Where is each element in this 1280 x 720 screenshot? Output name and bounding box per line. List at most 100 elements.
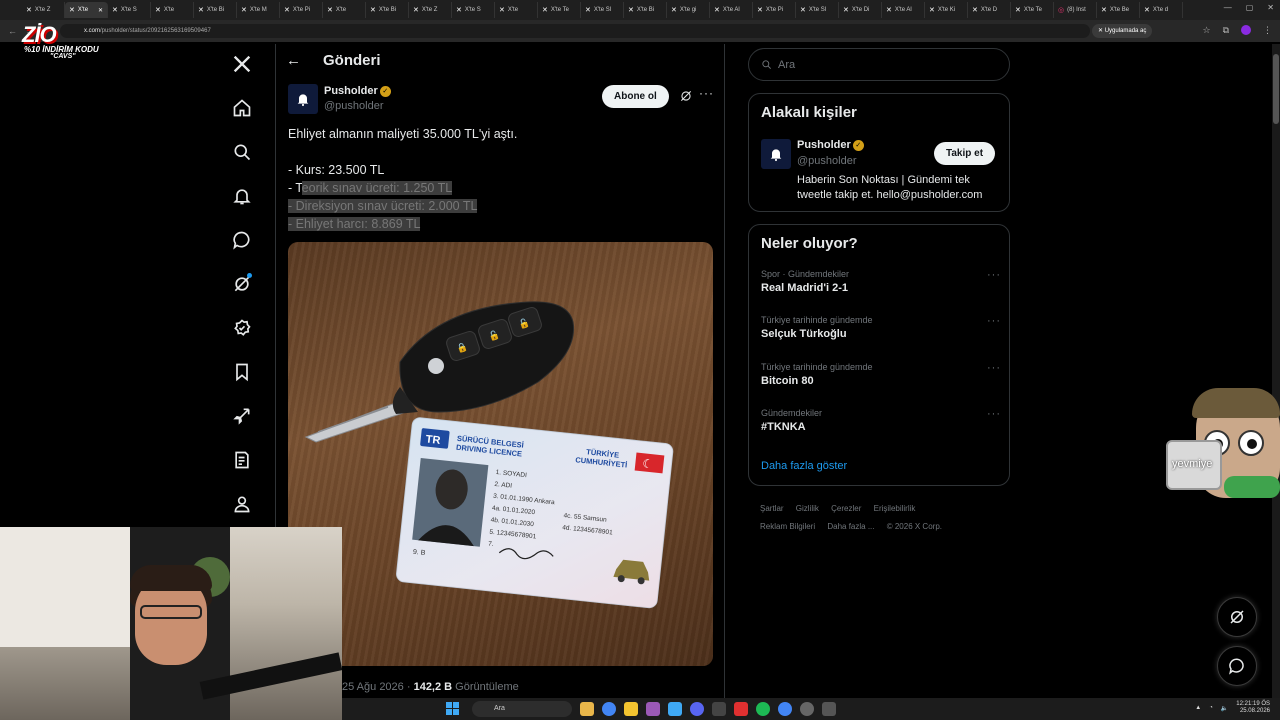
messages-fab[interactable] xyxy=(1217,646,1257,686)
explore-icon[interactable] xyxy=(226,136,258,168)
trend-item[interactable]: Gündemdekiler #TKNKA ··· xyxy=(761,408,1001,433)
author-handle[interactable]: @pusholder xyxy=(324,100,383,112)
browser-tab[interactable]: ✕ X'te gi xyxy=(667,2,710,18)
url-field[interactable]: x.com/pusholder/status/20921625631695094… xyxy=(60,24,1090,38)
browser-tab[interactable]: ✕ X'te Ki xyxy=(925,2,968,18)
footer-link[interactable]: Gizlilik xyxy=(796,504,819,513)
browser-tab[interactable]: ✕ X'te Sl xyxy=(796,2,839,18)
post-image[interactable]: 🔒 🔓 🔓 TR SÜRÜCÜ BELGESİ DRIVING LICENCE … xyxy=(288,242,713,666)
browser-tab[interactable]: ✕ X'te d xyxy=(1140,2,1183,18)
x-logo-icon[interactable] xyxy=(226,48,258,80)
trend-item[interactable]: Spor · Gündemdekiler Real Madrid'i 2-1 ·… xyxy=(761,269,1001,294)
minimize-icon[interactable]: — xyxy=(1224,3,1232,12)
jobs-icon[interactable] xyxy=(226,400,258,432)
browser-tab[interactable]: ◎ (8) Inst xyxy=(1054,2,1097,18)
profile-icon[interactable] xyxy=(226,488,258,520)
browser-tab[interactable]: ✕ X'te xyxy=(495,2,538,18)
folder-icon[interactable] xyxy=(624,702,638,716)
grok-fab[interactable] xyxy=(1217,597,1257,637)
star-icon[interactable]: ☆ xyxy=(1202,25,1210,36)
browser-tab[interactable]: ✕ X'te xyxy=(323,2,366,18)
volume-icon[interactable]: 🔈 xyxy=(1221,705,1228,712)
browser-tab[interactable]: ✕ X'te Te xyxy=(538,2,581,18)
maximize-icon[interactable]: ▢ xyxy=(1246,3,1254,12)
browser-tab[interactable]: ✕ X'te Al xyxy=(710,2,753,18)
follow-button[interactable]: Takip et xyxy=(934,142,996,165)
lists-icon[interactable] xyxy=(226,444,258,476)
profile-avatar[interactable] xyxy=(1241,25,1251,35)
app-icon[interactable] xyxy=(822,702,836,716)
related-name[interactable]: Pusholder ✓ xyxy=(797,139,864,151)
trend-more-icon[interactable]: ··· xyxy=(987,408,1001,420)
browser-tab[interactable]: ✕ X'te Bi xyxy=(194,2,237,18)
clock[interactable]: 12:21:19 ÖS 25.08.2026 xyxy=(1236,701,1270,715)
extensions-icon[interactable]: ⧉ xyxy=(1223,25,1229,36)
browser-tab[interactable]: ✕ X'te Sl xyxy=(581,2,624,18)
close-window-icon[interactable]: ✕ xyxy=(1267,3,1274,12)
author-name[interactable]: Pusholder ✓ xyxy=(324,85,391,97)
app-icon[interactable] xyxy=(800,702,814,716)
browser-tab[interactable]: ✕ X'te Pi xyxy=(753,2,796,18)
trend-item[interactable]: Türkiye tarihinde gündemde Bitcoin 80 ··… xyxy=(761,362,1001,387)
grok-icon[interactable] xyxy=(226,268,258,300)
browser-tab[interactable]: ✕ X'te ✕ xyxy=(65,2,108,18)
page-scrollbar[interactable] xyxy=(1272,44,1280,700)
app-icon[interactable] xyxy=(646,702,660,716)
footer-link[interactable]: Şartlar xyxy=(760,504,784,513)
browser-tab[interactable]: ✕ X'te Bi xyxy=(624,2,667,18)
search-box[interactable] xyxy=(748,48,1010,81)
windows-start-icon[interactable] xyxy=(446,702,460,716)
notifications-icon[interactable] xyxy=(226,180,258,212)
open-in-app-button[interactable]: ✕ Uygulamada aç xyxy=(1092,24,1153,38)
related-handle[interactable]: @pusholder xyxy=(797,155,856,167)
subscribe-button[interactable]: Abone ol xyxy=(602,85,669,108)
author-avatar[interactable] xyxy=(288,84,318,114)
browser-tab[interactable]: ✕ X'te S xyxy=(452,2,495,18)
browser-tab[interactable]: ✕ X'te D xyxy=(968,2,1011,18)
bookmarks-icon[interactable] xyxy=(226,356,258,388)
search-input[interactable] xyxy=(778,58,978,71)
browser-tab[interactable]: ✕ X'te Te xyxy=(1011,2,1054,18)
spotify-icon[interactable] xyxy=(756,702,770,716)
browser-tab[interactable]: ✕ X'te Z xyxy=(22,2,65,18)
messages-icon[interactable] xyxy=(226,224,258,256)
footer-link[interactable]: Daha fazla ... xyxy=(827,522,874,531)
discord-icon[interactable] xyxy=(690,702,704,716)
browser-tab[interactable]: ✕ X'te M xyxy=(237,2,280,18)
footer-link[interactable]: Çerezler xyxy=(831,504,861,513)
scroll-thumb[interactable] xyxy=(1273,54,1279,124)
wifi-icon[interactable]: ◔ xyxy=(1209,705,1213,711)
back-icon[interactable]: ← xyxy=(8,26,17,36)
footer-link[interactable]: Reklam Bilgileri xyxy=(760,522,815,531)
more-options-icon[interactable]: ··· xyxy=(699,86,714,100)
chrome-icon[interactable] xyxy=(602,702,616,716)
back-arrow-icon[interactable]: ← xyxy=(286,52,301,69)
trend-more-icon[interactable]: ··· xyxy=(987,269,1001,281)
trend-more-icon[interactable]: ··· xyxy=(987,315,1001,327)
browser-tab[interactable]: ✕ X'te xyxy=(151,2,194,18)
related-avatar[interactable] xyxy=(761,139,791,169)
browser-tab[interactable]: ✕ X'te Pi xyxy=(280,2,323,18)
taskbar-search[interactable]: Ara xyxy=(472,701,572,717)
browser-tab[interactable]: ✕ X'te Be xyxy=(1097,2,1140,18)
footer-link[interactable]: Erişilebilirlik xyxy=(874,504,916,513)
browser-tab[interactable]: ✕ X'te S xyxy=(108,2,151,18)
chrome-icon[interactable] xyxy=(778,702,792,716)
app-icon[interactable] xyxy=(712,702,726,716)
browser-tab[interactable]: ✕ X'te Bi xyxy=(366,2,409,18)
tray-arrow-icon[interactable]: ▲ xyxy=(1195,705,1201,711)
app-icon[interactable] xyxy=(668,702,682,716)
browser-tab[interactable]: ✕ X'te Z xyxy=(409,2,452,18)
close-tab-icon[interactable]: ✕ xyxy=(98,7,103,14)
menu-icon[interactable]: ⋮ xyxy=(1263,25,1272,36)
grok-explain-icon[interactable] xyxy=(679,89,693,103)
post-date[interactable]: 25 Ağu 2026 xyxy=(342,681,404,693)
browser-tab[interactable]: ✕ X'te Di xyxy=(839,2,882,18)
app-icon[interactable] xyxy=(580,702,594,716)
browser-tab[interactable]: ✕ X'te Al xyxy=(882,2,925,18)
trend-item[interactable]: Türkiye tarihinde gündemde Selçuk Türkoğ… xyxy=(761,315,1001,340)
app-icon[interactable] xyxy=(734,702,748,716)
home-icon[interactable] xyxy=(226,92,258,124)
trend-more-icon[interactable]: ··· xyxy=(987,362,1001,374)
communities-icon[interactable] xyxy=(226,312,258,344)
